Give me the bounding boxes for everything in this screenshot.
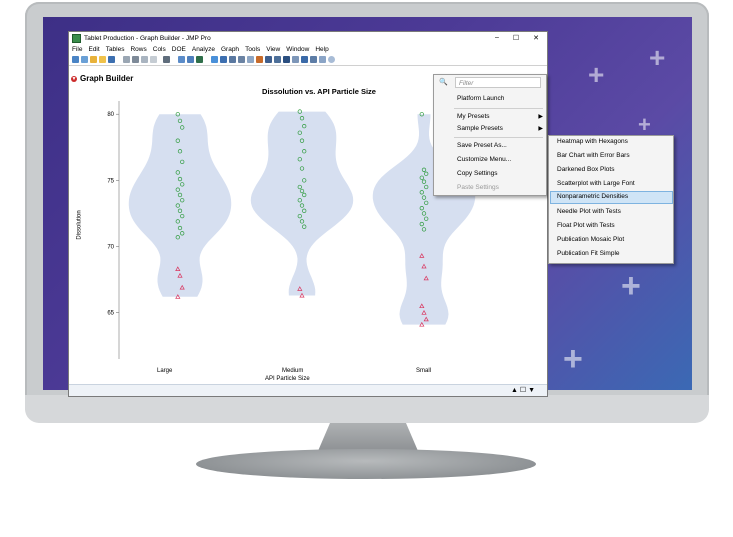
checkbox-icon[interactable]: ☐ <box>520 387 526 394</box>
cut-icon[interactable] <box>123 56 130 63</box>
menu-bar: File Edit Tables Rows Cols DOE Analyze G… <box>69 44 547 54</box>
jmp-app-icon <box>72 33 81 43</box>
menu-item-platform-launch[interactable]: Platform Launch <box>457 95 504 102</box>
search-icon[interactable] <box>163 56 170 63</box>
crosshair-tool-icon[interactable] <box>283 56 290 63</box>
monitor-base <box>196 449 536 479</box>
preset-needle-plot-tests[interactable]: Needle Plot with Tests <box>557 208 621 215</box>
plus-decoration: + <box>621 267 641 305</box>
plus-decoration: + <box>563 340 583 378</box>
menu-item-paste-settings: Paste Settings <box>457 184 499 191</box>
search-icon: 🔍 <box>439 79 448 86</box>
lasso-tool-icon[interactable] <box>247 56 254 63</box>
preset-darkened-box-plots[interactable]: Darkened Box Plots <box>557 166 614 173</box>
submenu-arrow-icon: ▶ <box>538 126 543 132</box>
x-category-large: Large <box>157 368 173 374</box>
monitor-neck <box>318 423 418 451</box>
hand-tool-icon[interactable] <box>229 56 236 63</box>
menu-divider <box>454 108 543 109</box>
menu-doe[interactable]: DOE <box>172 46 186 53</box>
filter-input[interactable]: Filter <box>455 77 541 88</box>
y-axis-label: Dissolution <box>76 210 83 240</box>
report-icon[interactable] <box>187 56 194 63</box>
preset-bar-chart-error-bars[interactable]: Bar Chart with Error Bars <box>557 152 630 159</box>
menu-rows[interactable]: Rows <box>130 46 146 53</box>
preset-scatterplot-large-font[interactable]: Scatterplot with Large Font <box>557 180 635 187</box>
status-controls: ▲ ☐ ▼ <box>511 386 535 394</box>
menu-item-my-presets[interactable]: My Presets <box>457 113 490 120</box>
menu-item-customize-menu[interactable]: Customize Menu... <box>457 156 511 163</box>
close-button[interactable]: ✕ <box>533 34 539 42</box>
menu-help[interactable]: Help <box>315 46 328 53</box>
paste-icon[interactable] <box>141 56 148 63</box>
x-category-small: Small <box>416 368 432 374</box>
y-tick-label: 65 <box>107 311 114 317</box>
brush-tool-icon[interactable] <box>238 56 245 63</box>
preset-publication-fit-simple[interactable]: Publication Fit Simple <box>557 250 620 257</box>
monitor-chin <box>25 395 709 423</box>
help-tool-icon[interactable] <box>220 56 227 63</box>
plus-decoration: + <box>588 59 605 90</box>
menu-item-sample-presets[interactable]: Sample Presets <box>457 125 503 132</box>
x-category-medium: Medium <box>282 368 304 374</box>
plus-decoration: + <box>649 42 666 73</box>
graph-builder-icon[interactable] <box>196 56 203 63</box>
preset-nonparametric-densities[interactable]: Nonparametric Densities <box>557 193 628 200</box>
minimize-button[interactable]: – <box>495 34 499 42</box>
magnifier-tool-icon[interactable] <box>274 56 281 63</box>
title-bar: Tablet Production - Graph Builder - JMP … <box>69 32 547 44</box>
save-icon[interactable] <box>108 56 115 63</box>
toolbar <box>69 54 547 66</box>
window-title: Tablet Production - Graph Builder - JMP … <box>84 34 211 42</box>
maximize-button[interactable]: ☐ <box>513 34 519 42</box>
violin-large <box>128 114 232 297</box>
sample-presets-submenu: Heatmap with Hexagons Bar Chart with Err… <box>548 135 674 264</box>
preset-float-plot-tests[interactable]: Float Plot with Tests <box>557 222 615 229</box>
report-title: Graph Builder <box>80 74 134 83</box>
y-tick-label: 75 <box>107 178 114 184</box>
scroller-tool-icon[interactable] <box>265 56 272 63</box>
preset-publication-mosaic[interactable]: Publication Mosaic Plot <box>557 236 624 243</box>
dropdown-arrow-icon[interactable]: ▼ <box>528 387 535 394</box>
menu-divider <box>454 137 543 138</box>
ellipse-tool-icon[interactable] <box>328 56 335 63</box>
menu-graph[interactable]: Graph <box>221 46 239 53</box>
data-table-icon[interactable] <box>178 56 185 63</box>
up-arrow-icon[interactable]: ▲ <box>511 387 518 394</box>
arrow-tool-icon[interactable] <box>211 56 218 63</box>
menu-tools[interactable]: Tools <box>245 46 260 53</box>
x-axis-label: API Particle Size <box>265 376 310 382</box>
red-triangle-menu: 🔍 Filter Platform Launch My Presets ▶ Sa… <box>433 74 547 196</box>
shape-tool-icon[interactable] <box>319 56 326 63</box>
selection-tool-icon[interactable] <box>256 56 263 63</box>
preset-heatmap-hexagons[interactable]: Heatmap with Hexagons <box>557 138 628 145</box>
violin-plot: 65 70 75 80 <box>107 101 476 359</box>
graph-builder-header[interactable]: ▼ Graph Builder <box>71 74 133 83</box>
y-tick-label: 70 <box>107 245 114 251</box>
menu-edit[interactable]: Edit <box>88 46 99 53</box>
annotate-tool-icon[interactable] <box>301 56 308 63</box>
new-data-table-icon[interactable] <box>72 56 79 63</box>
text-tool-icon[interactable] <box>310 56 317 63</box>
menu-file[interactable]: File <box>72 46 82 53</box>
new-script-icon[interactable] <box>81 56 88 63</box>
menu-view[interactable]: View <box>266 46 280 53</box>
submenu-arrow-icon: ▶ <box>538 114 543 120</box>
copy-icon[interactable] <box>132 56 139 63</box>
menu-cols[interactable]: Cols <box>153 46 166 53</box>
menu-tables[interactable]: Tables <box>106 46 125 53</box>
menu-item-save-preset[interactable]: Save Preset As... <box>457 142 507 149</box>
line-tool-icon[interactable] <box>292 56 299 63</box>
open-folder-icon[interactable] <box>90 56 97 63</box>
menu-window[interactable]: Window <box>286 46 309 53</box>
status-bar: ▲ ☐ ▼ <box>69 384 547 396</box>
grid-icon[interactable] <box>150 56 157 63</box>
red-triangle-icon[interactable]: ▼ <box>71 75 77 82</box>
open-file-icon[interactable] <box>99 56 106 63</box>
menu-item-copy-settings[interactable]: Copy Settings <box>457 170 497 177</box>
menu-analyze[interactable]: Analyze <box>192 46 215 53</box>
y-tick-label: 80 <box>107 112 114 118</box>
